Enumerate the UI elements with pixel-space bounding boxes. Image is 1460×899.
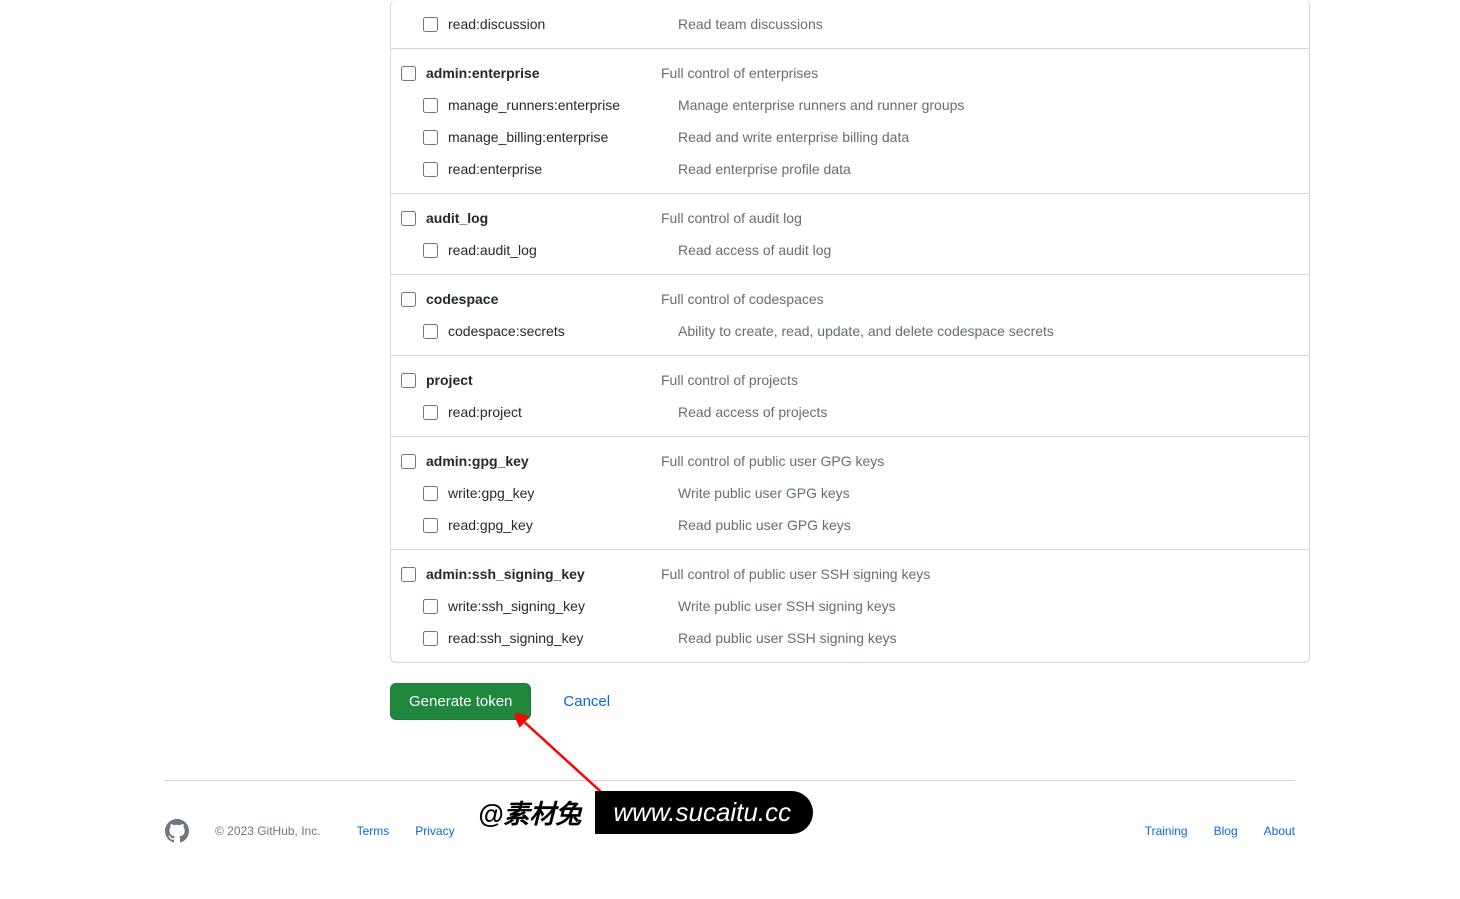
scope-row-child: read:discussion Read team discussions <box>391 8 1309 40</box>
scope-description: Ability to create, read, update, and del… <box>678 323 1299 339</box>
scope-row-parent: admin:enterprise Full control of enterpri… <box>391 57 1309 89</box>
scopes-panel: read:discussion Read team discussions admi… <box>390 0 1310 663</box>
scope-checkbox[interactable] <box>423 405 438 420</box>
scope-description: Read access of audit log <box>678 242 1299 258</box>
scope-label: manage_runners:enterprise <box>448 97 620 113</box>
scope-checkbox[interactable] <box>423 631 438 646</box>
footer-copyright: © 2023 GitHub, Inc. <box>215 824 321 838</box>
scope-row-parent: admin:gpg_key Full control of public user… <box>391 445 1309 477</box>
scope-row-child: manage_runners:enterprise Manage enterpri… <box>391 89 1309 121</box>
scope-description: Full control of codespaces <box>656 291 1299 307</box>
scope-row-child: read:enterprise Read enterprise profile d… <box>391 153 1309 185</box>
scope-checkbox[interactable] <box>401 292 416 307</box>
scope-checkbox[interactable] <box>401 211 416 226</box>
scope-label: audit_log <box>426 210 488 226</box>
scope-checkbox[interactable] <box>423 518 438 533</box>
scope-label: read:discussion <box>448 16 545 32</box>
scope-label: project <box>426 372 473 388</box>
scope-description: Write public user SSH signing keys <box>678 598 1299 614</box>
scope-label: admin:enterprise <box>426 65 540 81</box>
scope-group: read:discussion Read team discussions <box>391 0 1309 48</box>
scope-description: Read public user GPG keys <box>678 517 1299 533</box>
scope-description: Read access of projects <box>678 404 1299 420</box>
generate-token-button[interactable]: Generate token <box>390 683 531 720</box>
scope-row-child: read:gpg_key Read public user GPG keys <box>391 509 1309 541</box>
scope-checkbox[interactable] <box>401 454 416 469</box>
scope-description: Read public user SSH signing keys <box>678 630 1299 646</box>
scope-checkbox[interactable] <box>423 162 438 177</box>
footer-link-terms[interactable]: Terms <box>357 824 390 838</box>
footer-link-about[interactable]: About <box>1264 824 1295 838</box>
scope-checkbox[interactable] <box>423 17 438 32</box>
scope-group: codespaceFull control of codespacescodes… <box>391 274 1309 355</box>
page-footer: © 2023 GitHub, Inc. Terms Privacy Traini… <box>165 781 1295 863</box>
scope-description: Manage enterprise runners and runner gro… <box>678 97 1299 113</box>
scope-label: write:ssh_signing_key <box>448 598 585 614</box>
scope-checkbox[interactable] <box>423 130 438 145</box>
scope-row-parent: project Full control of projects <box>391 364 1309 396</box>
scope-label: manage_billing:enterprise <box>448 129 608 145</box>
scope-description: Full control of enterprises <box>656 65 1299 81</box>
scope-checkbox[interactable] <box>401 373 416 388</box>
scope-checkbox[interactable] <box>401 66 416 81</box>
scope-description: Write public user GPG keys <box>678 485 1299 501</box>
scope-label: read:gpg_key <box>448 517 533 533</box>
scope-row-child: read:project Read access of projects <box>391 396 1309 428</box>
scope-label: write:gpg_key <box>448 485 534 501</box>
scope-label: codespace:secrets <box>448 323 565 339</box>
cancel-link[interactable]: Cancel <box>563 693 610 710</box>
scope-checkbox[interactable] <box>401 567 416 582</box>
scope-description: Full control of audit log <box>656 210 1299 226</box>
scope-checkbox[interactable] <box>423 599 438 614</box>
scope-group: audit_log Full control of audit log read:a… <box>391 193 1309 274</box>
scope-group: admin:gpg_key Full control of public user… <box>391 436 1309 549</box>
scope-row-parent: codespace Full control of codespaces <box>391 283 1309 315</box>
scope-description: Read and write enterprise billing data <box>678 129 1299 145</box>
scope-row-child: manage_billing:enterprise Read and write … <box>391 121 1309 153</box>
scope-row-child: read:ssh_signing_key Read public user SSH… <box>391 622 1309 654</box>
scope-group: admin:ssh_signing_key Full control of pub… <box>391 549 1309 662</box>
scope-label: codespace <box>426 291 498 307</box>
footer-link-privacy[interactable]: Privacy <box>415 824 454 838</box>
scope-label: admin:gpg_key <box>426 453 529 469</box>
scope-description: Full control of projects <box>656 372 1299 388</box>
scope-row-parent: admin:ssh_signing_key Full control of pub… <box>391 558 1309 590</box>
scope-checkbox[interactable] <box>423 324 438 339</box>
footer-link-training[interactable]: Training <box>1145 824 1188 838</box>
scope-group: project Full control of projects read:proj… <box>391 355 1309 436</box>
scope-checkbox[interactable] <box>423 243 438 258</box>
scope-row-child: codespace:secrets Ability to create, read… <box>391 315 1309 347</box>
scope-description: Full control of public user SSH signing … <box>656 566 1299 582</box>
scope-row-parent: audit_log Full control of audit log <box>391 202 1309 234</box>
footer-link-blog[interactable]: Blog <box>1214 824 1238 838</box>
scope-label: read:project <box>448 404 522 420</box>
scope-label: read:enterprise <box>448 161 542 177</box>
scope-checkbox[interactable] <box>423 98 438 113</box>
scope-description: Read enterprise profile data <box>678 161 1299 177</box>
scope-row-child: write:ssh_signing_key Write public user S… <box>391 590 1309 622</box>
scope-description: Read team discussions <box>678 16 1299 32</box>
scope-group: admin:enterprise Full control of enterpri… <box>391 48 1309 193</box>
scope-label: read:ssh_signing_key <box>448 630 583 646</box>
github-logo-icon <box>165 819 189 843</box>
scope-row-child: read:audit_log Read access of audit log <box>391 234 1309 266</box>
scope-description: Full control of public user GPG keys <box>656 453 1299 469</box>
scope-label: admin:ssh_signing_key <box>426 566 585 582</box>
scope-checkbox[interactable] <box>423 486 438 501</box>
scope-label: read:audit_log <box>448 242 537 258</box>
scope-row-child: write:gpg_key Write public user GPG keys <box>391 477 1309 509</box>
form-actions: Generate token Cancel <box>390 683 1310 770</box>
